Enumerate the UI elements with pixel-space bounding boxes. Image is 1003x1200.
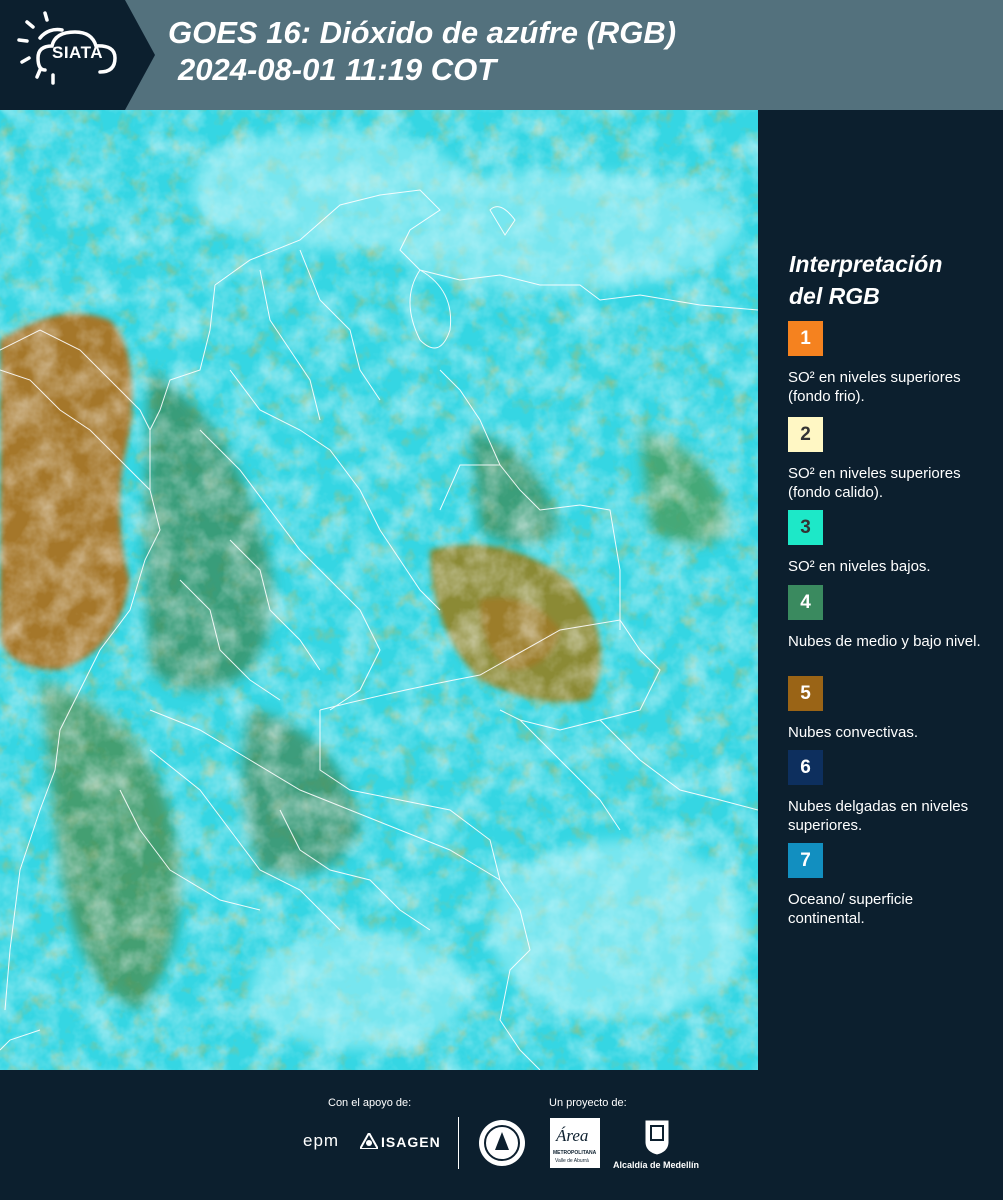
legend-item-4: 4 Nubes de medio y bajo nivel. (788, 585, 993, 651)
legend-item-1: 1 SO² en niveles superiores (fondo frio)… (788, 321, 993, 406)
isagen-logo: ISAGEN (381, 1134, 441, 1150)
legend-item-2: 2 SO² en niveles superiores (fondo calid… (788, 417, 993, 502)
satellite-map[interactable] (0, 110, 758, 1070)
logo-text: SIATA (52, 43, 103, 62)
legend-label-1: SO² en niveles superiores (fondo frio). (788, 369, 961, 405)
siata-logo: SIATA (0, 0, 155, 110)
legend-label-4: Nubes de medio y bajo nivel. (788, 633, 981, 650)
area-logo-sub: METROPOLITANA (553, 1150, 597, 1156)
alcaldia-shield-icon (643, 1118, 671, 1161)
project-label: Un proyecto de: (549, 1097, 627, 1109)
legend-swatch-3: 3 (788, 510, 823, 545)
legend-label-2: SO² en niveles superiores (fondo calido)… (788, 465, 961, 501)
legend-swatch-6: 6 (788, 750, 823, 785)
legend-item-7: 7 Oceano/ superficie continental. (788, 843, 993, 928)
legend-label-6: Nubes delgadas en niveles superiores. (788, 798, 969, 834)
legend-swatch-2: 2 (788, 417, 823, 452)
title-line-2: 2024-08-01 11:19 COT (178, 52, 497, 87)
legend-title-line-1: Interpretación (789, 251, 943, 277)
legend-label-7: Oceano/ superficie continental. (788, 891, 914, 927)
title-line-1: GOES 16: Dióxido de azúfre (RGB) (168, 15, 677, 50)
legend-panel: Interpretación del RGB 1 SO² en niveles … (760, 110, 1003, 1070)
legend-swatch-4: 4 (788, 585, 823, 620)
legend-swatch-7: 7 (788, 843, 823, 878)
legend-label-5: Nubes convectivas. (788, 724, 919, 741)
medellin-seal-icon (477, 1118, 527, 1173)
area-metropolitana-logo: Área METROPOLITANA Valle de Aburrá (550, 1118, 600, 1168)
legend-title-line-2: del RGB (789, 283, 880, 309)
footer-bar: Con el apoyo de: Un proyecto de: epm ISA… (0, 1070, 1003, 1200)
isagen-icon (358, 1130, 380, 1154)
legend-label-3: SO² en niveles bajos. (788, 558, 931, 575)
legend-swatch-5: 5 (788, 676, 823, 711)
header-bar: SIATA GOES 16: Dióxido de azúfre (RGB) 2… (0, 0, 1003, 110)
support-label: Con el apoyo de: (328, 1097, 412, 1109)
legend-item-5: 5 Nubes convectivas. (788, 676, 993, 742)
epm-logo: epm (303, 1131, 340, 1150)
page-title: GOES 16: Dióxido de azúfre (RGB) 2024-08… (168, 14, 676, 88)
area-logo-sub2: Valle de Aburrá (555, 1158, 589, 1164)
legend-swatch-1: 1 (788, 321, 823, 356)
legend-item-6: 6 Nubes delgadas en niveles superiores. (788, 750, 993, 835)
alcaldia-label: Alcaldía de Medellín (613, 1160, 700, 1170)
area-logo-name: Área (556, 1126, 589, 1145)
legend-item-3: 3 SO² en niveles bajos. (788, 510, 993, 576)
footer-divider (458, 1117, 459, 1169)
legend-title: Interpretación del RGB (789, 248, 942, 312)
